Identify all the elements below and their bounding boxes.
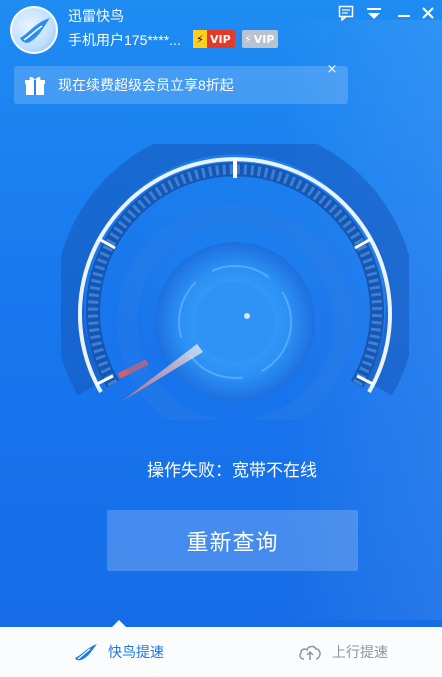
avatar[interactable] [10, 6, 58, 54]
message-icon [338, 5, 354, 21]
user-name[interactable]: 手机用户175****... [68, 30, 181, 50]
menu-button[interactable] [364, 4, 384, 22]
app-window: 迅雷快鸟 手机用户175****... ⚡ VIP ⚡ VIP 现在续费超级会员… [0, 0, 442, 677]
menu-down-icon [367, 8, 381, 19]
speed-gauge [61, 144, 409, 420]
minimize-icon [398, 15, 410, 17]
cloud-upload-icon [299, 645, 321, 660]
lightning-icon: ⚡ [244, 32, 252, 46]
close-icon [422, 7, 434, 19]
feedback-button[interactable] [336, 4, 356, 22]
gift-icon [25, 76, 45, 95]
status-message: 操作失败：宽带不在线 [147, 461, 317, 480]
tab-upload-boost-label: 上行提速 [332, 644, 388, 660]
super-vip-label: VIP [210, 32, 231, 46]
minimize-button[interactable] [394, 4, 414, 22]
promo-text: 现在续费超级会员立享8折起 [58, 77, 234, 93]
super-vip-badge[interactable]: ⚡ VIP [193, 30, 235, 48]
bird-logo-icon [20, 18, 50, 43]
tab-upload-boost[interactable]: 上行提速 [298, 627, 388, 677]
tab-speed-boost-label: 快鸟提速 [108, 644, 164, 660]
bottom-tab-bar: 快鸟提速 上行提速 [0, 620, 442, 677]
vip-label: VIP [253, 32, 275, 46]
lightning-icon: ⚡ [193, 30, 207, 48]
vip-badge[interactable]: ⚡ VIP [242, 30, 279, 48]
active-tab-indicator [112, 620, 126, 627]
tab-speed-boost[interactable]: 快鸟提速 [74, 627, 164, 677]
bird-icon [75, 644, 97, 661]
header: 迅雷快鸟 手机用户175****... ⚡ VIP ⚡ VIP [0, 0, 442, 62]
retry-query-button[interactable]: 重新查询 [107, 510, 358, 571]
app-title: 迅雷快鸟 [68, 8, 124, 24]
promo-close-button[interactable]: × [325, 63, 339, 77]
close-button[interactable] [418, 4, 438, 22]
promo-banner[interactable]: 现在续费超级会员立享8折起 [14, 66, 348, 104]
